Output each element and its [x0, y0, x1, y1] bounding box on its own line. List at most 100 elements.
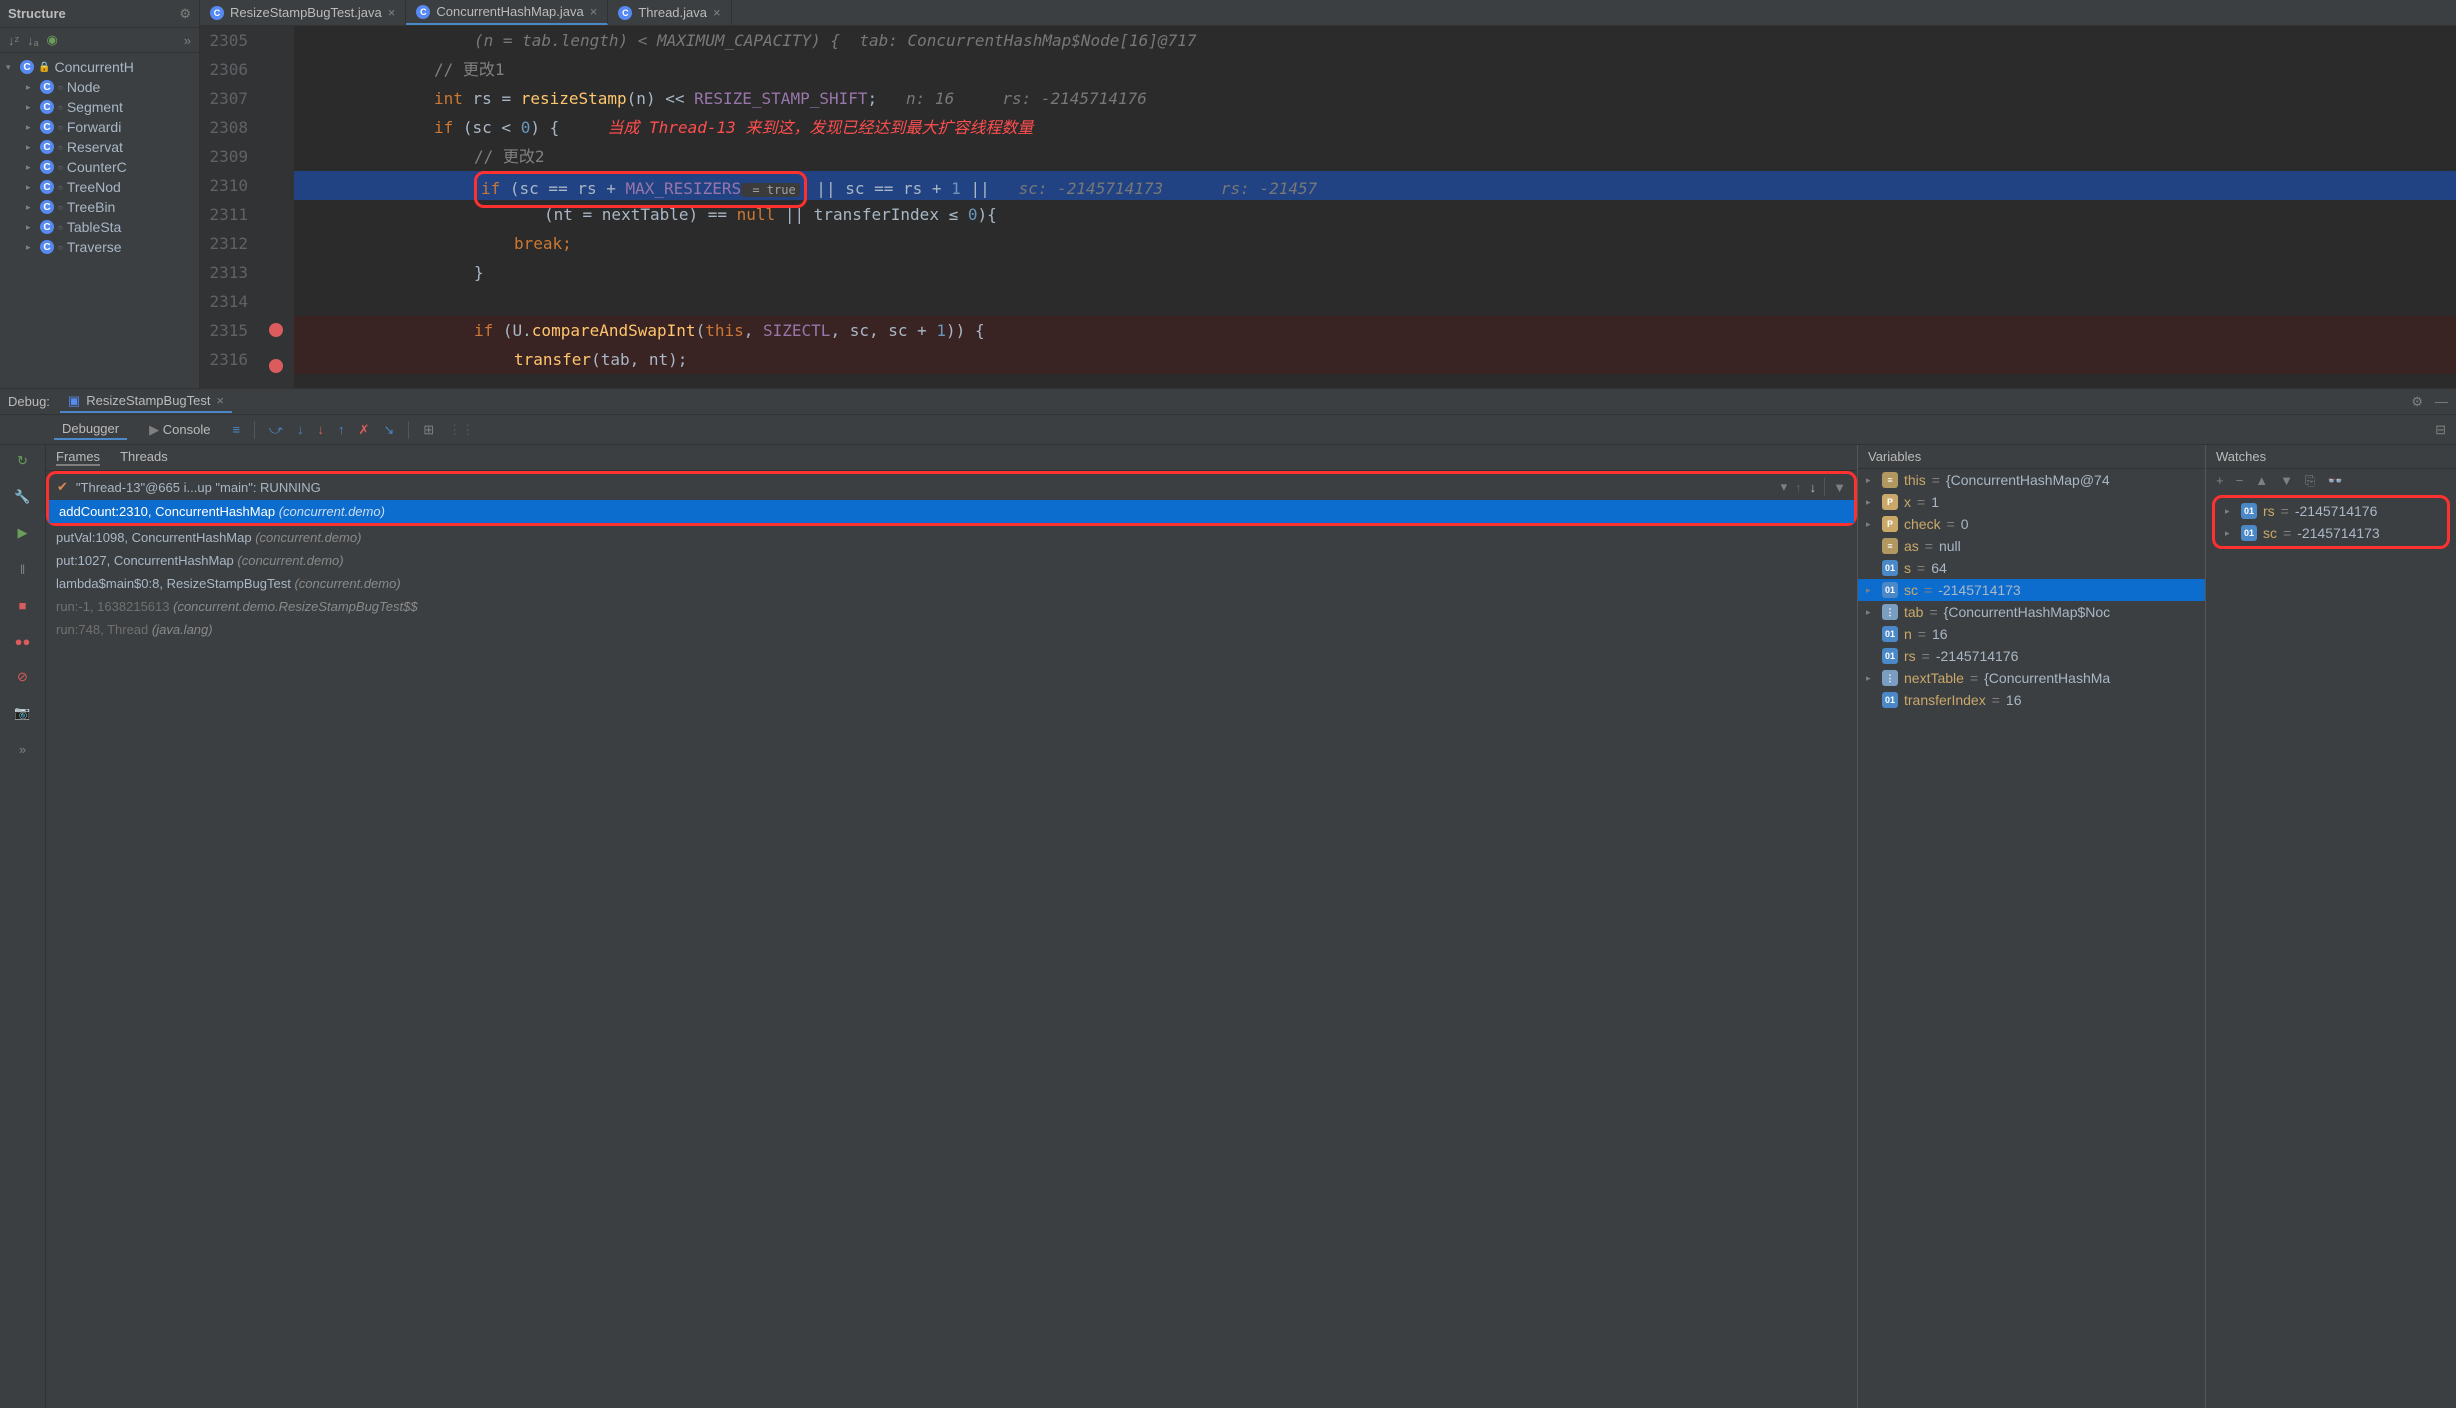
- chevron-right-icon: ▸: [26, 162, 36, 173]
- variable-item[interactable]: ▸Px = 1: [1858, 491, 2205, 513]
- sort-alpha-icon[interactable]: ↓ₐ: [27, 33, 38, 48]
- variable-item[interactable]: ▸⋮nextTable = {ConcurrentHashMa: [1858, 667, 2205, 689]
- trace-icon[interactable]: ⋮⋮: [448, 422, 474, 438]
- variables-title: Variables: [1858, 445, 2205, 469]
- breakpoint-icon[interactable]: [269, 359, 283, 373]
- stop-icon[interactable]: ■: [13, 595, 33, 615]
- tree-node-label: Forwardi: [67, 119, 121, 135]
- var-type-icon: 01: [1882, 648, 1898, 664]
- frame-item[interactable]: put:1027, ConcurrentHashMap (concurrent.…: [46, 549, 1857, 572]
- pause-icon[interactable]: ‖: [13, 559, 33, 579]
- show-impl-icon[interactable]: ◉: [47, 32, 58, 48]
- sort-down-icon[interactable]: ↓ᶻ: [8, 33, 19, 48]
- camera-icon[interactable]: 📷: [13, 703, 33, 723]
- frame-item[interactable]: lambda$main$0:8, ResizeStampBugTest (con…: [46, 572, 1857, 595]
- chevron-right-icon: ▸: [2225, 528, 2235, 539]
- view-breakpoints-icon[interactable]: ●●: [13, 631, 33, 651]
- evaluate-icon[interactable]: ⊞: [423, 422, 434, 438]
- gutter-marks: [258, 26, 294, 388]
- var-name: x: [1904, 494, 1911, 510]
- variable-item[interactable]: ≡as = null: [1858, 535, 2205, 557]
- chevron-right-icon: ▸: [26, 222, 36, 233]
- move-up-icon[interactable]: ▲: [2255, 473, 2268, 489]
- watches-title: Watches: [2206, 445, 2456, 469]
- layout-icon[interactable]: ⊟: [2435, 422, 2446, 438]
- threads-tab[interactable]: Threads: [120, 449, 168, 466]
- show-exec-icon[interactable]: ≡: [232, 422, 240, 437]
- variable-item[interactable]: 01transferIndex = 16: [1858, 689, 2205, 711]
- tree-root[interactable]: ▾ C 🔒 ConcurrentH: [0, 57, 199, 77]
- minimize-icon[interactable]: —: [2435, 394, 2448, 410]
- run-to-cursor-icon[interactable]: ↘: [383, 422, 394, 438]
- close-icon[interactable]: ×: [713, 5, 721, 20]
- variable-item[interactable]: ▸01sc = -2145714173: [1858, 579, 2205, 601]
- copy-icon[interactable]: ⎘: [2305, 473, 2315, 489]
- rerun-icon[interactable]: ↻: [13, 451, 33, 471]
- watch-item[interactable]: ▸01sc = -2145714173: [2217, 522, 2445, 544]
- tree-node[interactable]: ▸C○Traverse: [0, 237, 199, 257]
- variable-item[interactable]: 01n = 16: [1858, 623, 2205, 645]
- remove-watch-icon[interactable]: −: [2236, 473, 2244, 489]
- more-icon[interactable]: »: [13, 739, 33, 759]
- add-watch-icon[interactable]: +: [2216, 473, 2224, 489]
- tree-node[interactable]: ▸C○TreeNod: [0, 177, 199, 197]
- tree-node[interactable]: ▸C○TableSta: [0, 217, 199, 237]
- var-type-icon: ≡: [1882, 538, 1898, 554]
- debugger-tab[interactable]: Debugger: [54, 419, 127, 440]
- gear-icon[interactable]: ⚙: [2411, 394, 2423, 410]
- structure-settings-icon[interactable]: ⚙: [179, 6, 191, 22]
- tree-node[interactable]: ▸C○CounterC: [0, 157, 199, 177]
- force-step-into-icon[interactable]: ↓: [317, 422, 324, 437]
- frame-item[interactable]: addCount:2310, ConcurrentHashMap (concur…: [49, 500, 1854, 523]
- console-tab[interactable]: ▶ Console: [141, 420, 218, 440]
- arrow-down-icon[interactable]: ↓: [1810, 480, 1817, 495]
- thread-dropdown[interactable]: ✔ "Thread-13"@665 i...up "main": RUNNING…: [49, 474, 1854, 500]
- variable-item[interactable]: ▸Pcheck = 0: [1858, 513, 2205, 535]
- tree-node-label: Reservat: [67, 139, 123, 155]
- step-over-icon[interactable]: ⤻: [269, 422, 283, 438]
- frame-item[interactable]: run:-1, 1638215613 (concurrent.demo.Resi…: [46, 595, 1857, 618]
- wrench-icon[interactable]: 🔧: [13, 487, 33, 507]
- glasses-icon[interactable]: 👓: [2327, 473, 2343, 489]
- drop-frame-icon[interactable]: ✗: [358, 422, 369, 438]
- variable-item[interactable]: ▸⋮tab = {ConcurrentHashMap$Noc: [1858, 601, 2205, 623]
- close-icon[interactable]: ×: [217, 393, 225, 408]
- watches-section: Watches + − ▲ ▼ ⎘ 👓 ▸01rs = -2145714176▸…: [2206, 445, 2456, 1408]
- tree-node-label: Node: [67, 79, 100, 95]
- tree-node[interactable]: ▸C○Node: [0, 77, 199, 97]
- step-into-icon[interactable]: ↓: [297, 422, 304, 437]
- watch-item[interactable]: ▸01rs = -2145714176: [2217, 500, 2445, 522]
- frames-tab[interactable]: Frames: [56, 449, 100, 466]
- close-icon[interactable]: ×: [388, 5, 396, 20]
- variable-item[interactable]: 01s = 64: [1858, 557, 2205, 579]
- var-value: {ConcurrentHashMap$Noc: [1944, 604, 2111, 620]
- chevron-right-icon: ▸: [1866, 607, 1876, 618]
- debug-session-tab[interactable]: ▣ ResizeStampBugTest ×: [60, 391, 232, 413]
- more-icon[interactable]: »: [184, 33, 191, 48]
- class-icon: C: [40, 180, 54, 194]
- editor-tab[interactable]: CConcurrentHashMap.java×: [406, 0, 608, 25]
- tree-node[interactable]: ▸C○Forwardi: [0, 117, 199, 137]
- editor-tab[interactable]: CThread.java×: [608, 0, 731, 25]
- variable-item[interactable]: 01rs = -2145714176: [1858, 645, 2205, 667]
- frame-item[interactable]: run:748, Thread (java.lang): [46, 618, 1857, 641]
- mute-breakpoints-icon[interactable]: ⊘: [13, 667, 33, 687]
- step-out-icon[interactable]: ↑: [338, 422, 345, 437]
- frame-package: (concurrent.demo): [294, 576, 400, 591]
- breakpoint-icon[interactable]: [269, 323, 283, 337]
- code-editor[interactable]: 2305230623072308230923102311231223132314…: [200, 26, 2456, 388]
- var-type-icon: ⋮: [1882, 604, 1898, 620]
- move-down-icon[interactable]: ▼: [2280, 473, 2293, 489]
- frame-item[interactable]: putVal:1098, ConcurrentHashMap (concurre…: [46, 526, 1857, 549]
- tree-node[interactable]: ▸C○TreeBin: [0, 197, 199, 217]
- tree-node[interactable]: ▸C○Reservat: [0, 137, 199, 157]
- variable-item[interactable]: ▸≡this = {ConcurrentHashMap@74: [1858, 469, 2205, 491]
- tree-node[interactable]: ▸C○Segment: [0, 97, 199, 117]
- chevron-right-icon: ▸: [2225, 506, 2235, 517]
- var-type-icon: 01: [2241, 525, 2257, 541]
- resume-icon[interactable]: ▶: [13, 523, 33, 543]
- filter-icon[interactable]: ▼: [1833, 480, 1846, 495]
- arrow-up-icon[interactable]: ↑: [1795, 480, 1802, 495]
- editor-tab[interactable]: CResizeStampBugTest.java×: [200, 0, 406, 25]
- close-icon[interactable]: ×: [590, 4, 598, 19]
